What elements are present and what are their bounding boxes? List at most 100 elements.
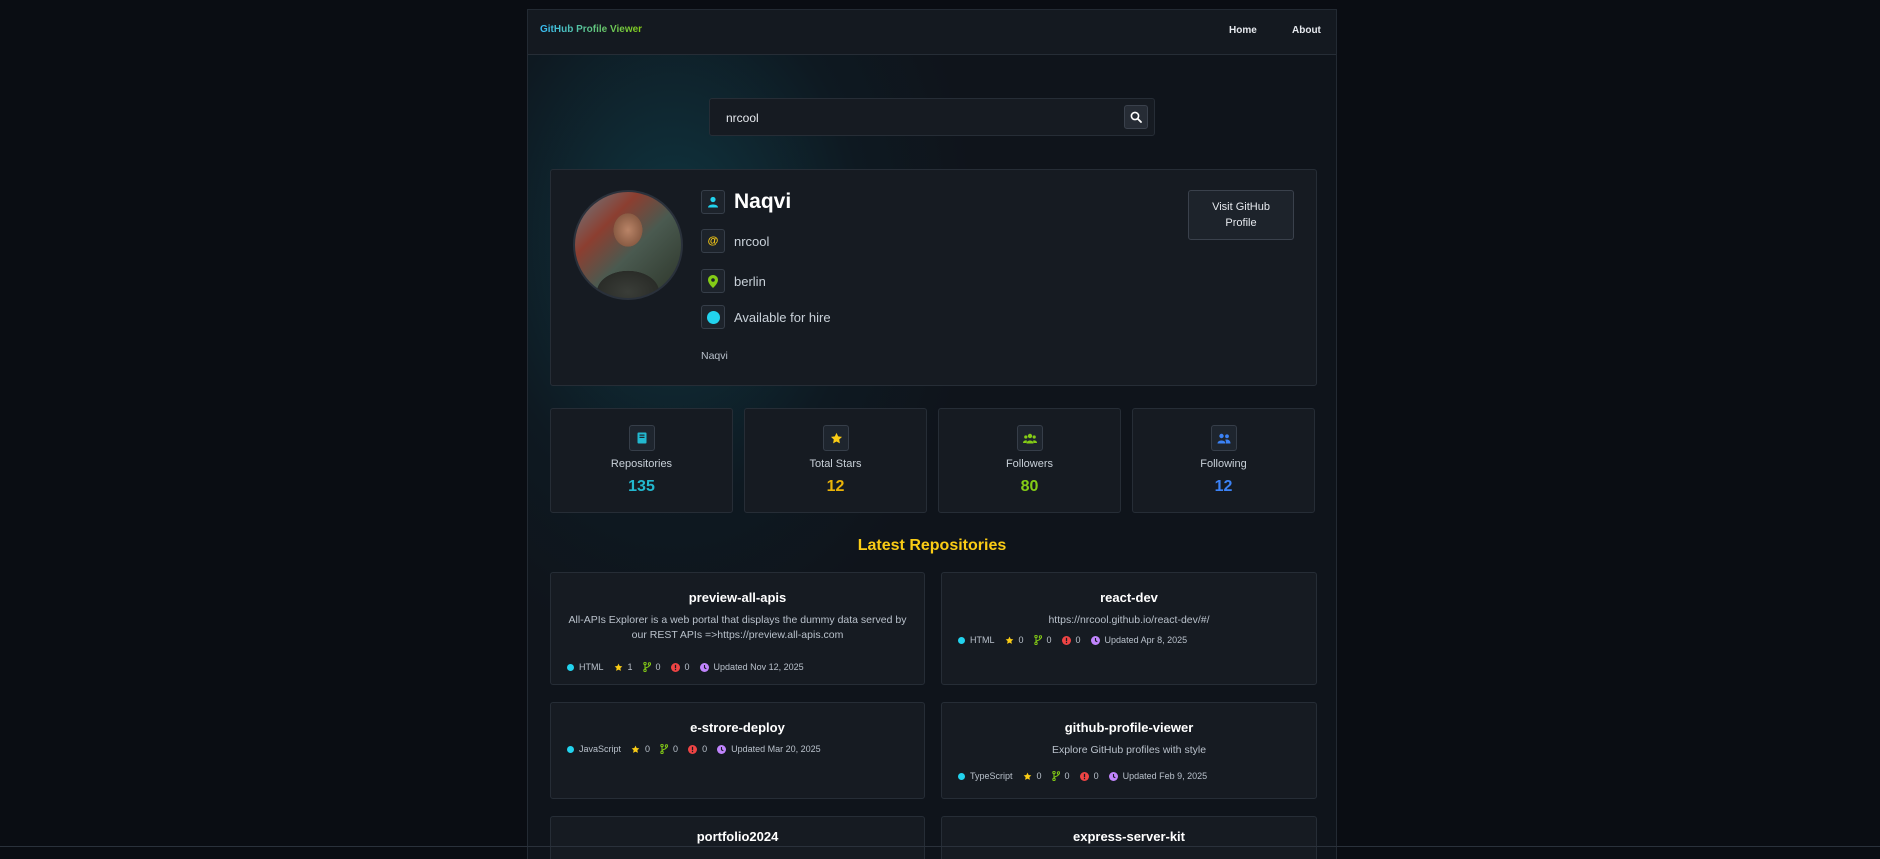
username-row: @ nrcool: [701, 229, 769, 253]
repo-language: JavaScript: [567, 744, 621, 754]
star-icon: [823, 425, 849, 451]
repo-updated: Updated Nov 12, 2025: [699, 662, 804, 672]
stat-label: Repositories: [610, 458, 673, 470]
navbar: GitHub Profile Viewer Home About: [528, 10, 1336, 55]
search-bar: [709, 98, 1155, 136]
repo-description: All-APIs Explorer is a web portal that d…: [568, 614, 907, 641]
stat-label: Total Stars: [809, 458, 862, 470]
repo-forks: 0: [1051, 771, 1070, 781]
star-icon: [614, 663, 622, 671]
repo-card[interactable]: preview-all-apis All-APIs Explorer is a …: [550, 572, 925, 685]
location-pin-icon: [701, 269, 725, 293]
language-dot-icon: [958, 636, 965, 644]
language-dot-icon: [567, 745, 574, 753]
issue-icon: [688, 744, 698, 754]
fork-icon: [660, 744, 669, 754]
visit-github-profile-button[interactable]: Visit GitHub Profile: [1188, 190, 1294, 240]
fork-icon: [1051, 771, 1060, 781]
repo-meta: HTML 0 0 0 Updated Apr 8, 2025: [958, 635, 1197, 645]
star-icon: [1005, 636, 1013, 644]
repo-card[interactable]: express-server-kit: [941, 816, 1317, 859]
language-dot-icon: [567, 663, 574, 671]
repo-description: https://nrcool.github.io/react-dev/#/: [1048, 614, 1210, 626]
stat-label: Following: [1200, 458, 1247, 470]
repo-updated: Updated Mar 20, 2025: [717, 744, 821, 754]
user-friends-icon: [1211, 425, 1237, 451]
repo-name[interactable]: react-dev: [942, 590, 1316, 605]
repo-issues: 0: [1061, 635, 1081, 645]
repo-card[interactable]: portfolio2024: [550, 816, 925, 859]
search-icon: [1130, 111, 1142, 123]
nav-about-link[interactable]: About: [1292, 25, 1321, 36]
stat-value: 12: [826, 478, 845, 495]
repo-forks: 0: [1033, 635, 1052, 645]
stat-value: 12: [1214, 478, 1233, 495]
fork-icon: [1033, 635, 1042, 645]
brand-logo[interactable]: GitHub Profile Viewer: [540, 24, 642, 35]
issue-icon: [1079, 771, 1089, 781]
avatar: [573, 190, 683, 300]
location-row: berlin: [701, 269, 766, 293]
repo-description: Explore GitHub profiles with style: [1051, 744, 1207, 756]
hire-row: Available for hire: [701, 305, 831, 329]
stat-value: 80: [1020, 478, 1039, 495]
name-row: Naqvi: [701, 190, 791, 214]
profile-username: nrcool: [734, 233, 770, 249]
repo-forks: 0: [660, 744, 678, 754]
stat-followers: Followers 80: [938, 408, 1121, 513]
repo-stars: 1: [614, 662, 633, 672]
profile-bio: Naqvi: [701, 350, 728, 362]
search-input[interactable]: [724, 108, 1108, 128]
users-icon: [1017, 425, 1043, 451]
repo-meta: TypeScript 0 0 0 Updated Feb 9, 2025: [958, 771, 1217, 781]
repo-updated: Updated Feb 9, 2025: [1108, 771, 1207, 781]
repo-name[interactable]: preview-all-apis: [551, 590, 924, 605]
clock-icon: [699, 662, 709, 672]
issue-icon: [1061, 635, 1071, 645]
clock-icon: [1108, 771, 1118, 781]
repo-meta: JavaScript 0 0 0 Updated Mar 20, 2025: [567, 744, 831, 754]
repo-language: HTML: [567, 662, 604, 672]
repo-name[interactable]: portfolio2024: [551, 829, 924, 844]
hire-status: Available for hire: [734, 309, 831, 325]
profile-name: Naqvi: [734, 190, 792, 213]
stat-value: 135: [628, 478, 655, 495]
repo-name[interactable]: github-profile-viewer: [942, 720, 1316, 735]
profile-card: Naqvi @ nrcool berlin Available for hire…: [550, 169, 1317, 386]
repo-name[interactable]: e-strore-deploy: [551, 720, 924, 735]
repo-issues: 0: [1079, 771, 1099, 781]
user-icon: [701, 190, 725, 214]
repo-card[interactable]: github-profile-viewer Explore GitHub pro…: [941, 702, 1317, 799]
issue-icon: [670, 662, 680, 672]
at-icon: @: [701, 229, 725, 253]
repo-name[interactable]: express-server-kit: [942, 829, 1316, 844]
repo-issues: 0: [688, 744, 707, 754]
repo-stars: 0: [631, 744, 650, 754]
app-window: GitHub Profile Viewer Home About Naqvi @…: [527, 9, 1337, 859]
repo-stars: 0: [1023, 771, 1042, 781]
repo-updated: Updated Apr 8, 2025: [1090, 635, 1187, 645]
stat-total-stars: Total Stars 12: [744, 408, 927, 513]
clock-icon: [717, 744, 727, 754]
latest-repositories-heading: Latest Repositories: [857, 537, 1007, 554]
stat-label: Followers: [1005, 458, 1054, 470]
repo-meta: HTML 1 0 0 Updated Nov 12, 2025: [567, 662, 814, 672]
repo-card[interactable]: e-strore-deploy JavaScript 0 0 0 Updated…: [550, 702, 925, 799]
star-icon: [631, 745, 640, 753]
stat-following: Following 12: [1132, 408, 1315, 513]
star-icon: [1023, 772, 1031, 780]
repo-forks: 0: [642, 662, 661, 672]
nav-home-link[interactable]: Home: [1229, 25, 1257, 36]
status-dot-icon: [701, 305, 725, 329]
language-dot-icon: [958, 772, 965, 780]
clock-icon: [1090, 635, 1100, 645]
stat-repositories: Repositories 135: [550, 408, 733, 513]
repo-card[interactable]: react-dev https://nrcool.github.io/react…: [941, 572, 1317, 685]
fork-icon: [642, 662, 651, 672]
repo-stars: 0: [1005, 635, 1024, 645]
window-bottom-border: [0, 846, 1880, 847]
search-button[interactable]: [1124, 105, 1148, 129]
repo-language: HTML: [958, 635, 995, 645]
book-icon: [629, 425, 655, 451]
repo-issues: 0: [670, 662, 690, 672]
